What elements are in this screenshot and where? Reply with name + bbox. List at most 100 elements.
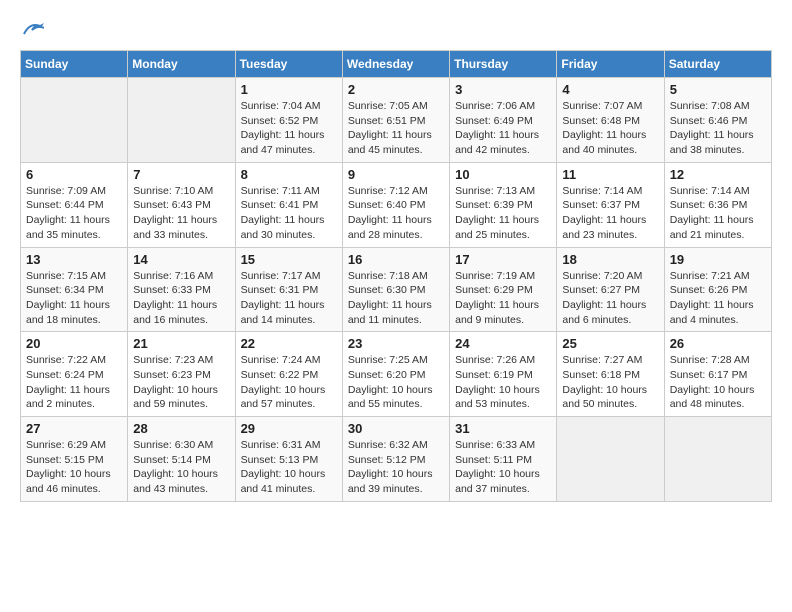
- calendar-table: SundayMondayTuesdayWednesdayThursdayFrid…: [20, 50, 772, 502]
- calendar-cell: 15 Sunrise: 7:17 AM Sunset: 6:31 PM Dayli…: [235, 247, 342, 332]
- day-number: 5: [670, 82, 766, 97]
- day-number: 25: [562, 336, 658, 351]
- day-info: Sunrise: 7:11 AM Sunset: 6:41 PM Dayligh…: [241, 184, 337, 243]
- day-number: 23: [348, 336, 444, 351]
- calendar-cell: 2 Sunrise: 7:05 AM Sunset: 6:51 PM Daylig…: [342, 78, 449, 163]
- day-info: Sunrise: 7:13 AM Sunset: 6:39 PM Dayligh…: [455, 184, 551, 243]
- page-header: [20, 20, 772, 34]
- day-info: Sunrise: 7:08 AM Sunset: 6:46 PM Dayligh…: [670, 99, 766, 158]
- day-info: Sunrise: 7:26 AM Sunset: 6:19 PM Dayligh…: [455, 353, 551, 412]
- day-number: 19: [670, 252, 766, 267]
- day-info: Sunrise: 7:07 AM Sunset: 6:48 PM Dayligh…: [562, 99, 658, 158]
- day-info: Sunrise: 7:18 AM Sunset: 6:30 PM Dayligh…: [348, 269, 444, 328]
- calendar-cell: 11 Sunrise: 7:14 AM Sunset: 6:37 PM Dayli…: [557, 162, 664, 247]
- day-info: Sunrise: 7:14 AM Sunset: 6:36 PM Dayligh…: [670, 184, 766, 243]
- day-info: Sunrise: 6:31 AM Sunset: 5:13 PM Dayligh…: [241, 438, 337, 497]
- day-info: Sunrise: 7:28 AM Sunset: 6:17 PM Dayligh…: [670, 353, 766, 412]
- day-number: 20: [26, 336, 122, 351]
- calendar-week-1: 1 Sunrise: 7:04 AM Sunset: 6:52 PM Daylig…: [21, 78, 772, 163]
- day-number: 18: [562, 252, 658, 267]
- day-number: 7: [133, 167, 229, 182]
- calendar-cell: 12 Sunrise: 7:14 AM Sunset: 6:36 PM Dayli…: [664, 162, 771, 247]
- day-number: 2: [348, 82, 444, 97]
- day-number: 24: [455, 336, 551, 351]
- day-info: Sunrise: 7:19 AM Sunset: 6:29 PM Dayligh…: [455, 269, 551, 328]
- day-number: 28: [133, 421, 229, 436]
- day-info: Sunrise: 7:23 AM Sunset: 6:23 PM Dayligh…: [133, 353, 229, 412]
- calendar-cell: 7 Sunrise: 7:10 AM Sunset: 6:43 PM Daylig…: [128, 162, 235, 247]
- day-number: 16: [348, 252, 444, 267]
- day-number: 14: [133, 252, 229, 267]
- calendar-header-saturday: Saturday: [664, 51, 771, 78]
- day-number: 4: [562, 82, 658, 97]
- day-number: 15: [241, 252, 337, 267]
- day-info: Sunrise: 7:15 AM Sunset: 6:34 PM Dayligh…: [26, 269, 122, 328]
- calendar-cell: 27 Sunrise: 6:29 AM Sunset: 5:15 PM Dayli…: [21, 417, 128, 502]
- day-info: Sunrise: 7:20 AM Sunset: 6:27 PM Dayligh…: [562, 269, 658, 328]
- calendar-cell: 25 Sunrise: 7:27 AM Sunset: 6:18 PM Dayli…: [557, 332, 664, 417]
- calendar-week-4: 20 Sunrise: 7:22 AM Sunset: 6:24 PM Dayli…: [21, 332, 772, 417]
- day-info: Sunrise: 7:14 AM Sunset: 6:37 PM Dayligh…: [562, 184, 658, 243]
- day-number: 1: [241, 82, 337, 97]
- calendar-cell: 10 Sunrise: 7:13 AM Sunset: 6:39 PM Dayli…: [450, 162, 557, 247]
- day-number: 10: [455, 167, 551, 182]
- logo: [20, 20, 44, 34]
- day-info: Sunrise: 7:05 AM Sunset: 6:51 PM Dayligh…: [348, 99, 444, 158]
- day-number: 8: [241, 167, 337, 182]
- day-number: 21: [133, 336, 229, 351]
- day-info: Sunrise: 7:22 AM Sunset: 6:24 PM Dayligh…: [26, 353, 122, 412]
- day-number: 3: [455, 82, 551, 97]
- calendar-cell: 6 Sunrise: 7:09 AM Sunset: 6:44 PM Daylig…: [21, 162, 128, 247]
- calendar-cell: [21, 78, 128, 163]
- calendar-week-3: 13 Sunrise: 7:15 AM Sunset: 6:34 PM Dayli…: [21, 247, 772, 332]
- day-info: Sunrise: 7:06 AM Sunset: 6:49 PM Dayligh…: [455, 99, 551, 158]
- calendar-cell: 5 Sunrise: 7:08 AM Sunset: 6:46 PM Daylig…: [664, 78, 771, 163]
- day-number: 26: [670, 336, 766, 351]
- calendar-cell: 14 Sunrise: 7:16 AM Sunset: 6:33 PM Dayli…: [128, 247, 235, 332]
- calendar-cell: 28Sunrise: 6:30 AM Sunset: 5:14 PM Dayli…: [128, 417, 235, 502]
- calendar-cell: 1 Sunrise: 7:04 AM Sunset: 6:52 PM Daylig…: [235, 78, 342, 163]
- day-info: Sunrise: 7:27 AM Sunset: 6:18 PM Dayligh…: [562, 353, 658, 412]
- day-info: Sunrise: 6:32 AM Sunset: 5:12 PM Dayligh…: [348, 438, 444, 497]
- calendar-header-friday: Friday: [557, 51, 664, 78]
- day-info: Sunrise: 7:17 AM Sunset: 6:31 PM Dayligh…: [241, 269, 337, 328]
- calendar-cell: 20 Sunrise: 7:22 AM Sunset: 6:24 PM Dayli…: [21, 332, 128, 417]
- day-info: Sunrise: 7:16 AM Sunset: 6:33 PM Dayligh…: [133, 269, 229, 328]
- calendar-cell: 16 Sunrise: 7:18 AM Sunset: 6:30 PM Dayli…: [342, 247, 449, 332]
- day-number: 30: [348, 421, 444, 436]
- day-info: Sunrise: 7:24 AM Sunset: 6:22 PM Dayligh…: [241, 353, 337, 412]
- day-number: 13: [26, 252, 122, 267]
- day-number: 31: [455, 421, 551, 436]
- calendar-header-tuesday: Tuesday: [235, 51, 342, 78]
- calendar-week-2: 6 Sunrise: 7:09 AM Sunset: 6:44 PM Daylig…: [21, 162, 772, 247]
- day-number: 12: [670, 167, 766, 182]
- calendar-cell: 3 Sunrise: 7:06 AM Sunset: 6:49 PM Daylig…: [450, 78, 557, 163]
- calendar-cell: 26 Sunrise: 7:28 AM Sunset: 6:17 PM Dayli…: [664, 332, 771, 417]
- calendar-cell: 29Sunrise: 6:31 AM Sunset: 5:13 PM Dayli…: [235, 417, 342, 502]
- calendar-header-sunday: Sunday: [21, 51, 128, 78]
- calendar-cell: 21 Sunrise: 7:23 AM Sunset: 6:23 PM Dayli…: [128, 332, 235, 417]
- logo-bird-icon: [22, 20, 44, 38]
- day-info: Sunrise: 7:10 AM Sunset: 6:43 PM Dayligh…: [133, 184, 229, 243]
- calendar-cell: 9Sunrise: 7:12 AM Sunset: 6:40 PM Daylig…: [342, 162, 449, 247]
- day-info: Sunrise: 7:04 AM Sunset: 6:52 PM Dayligh…: [241, 99, 337, 158]
- day-number: 6: [26, 167, 122, 182]
- calendar-cell: 19 Sunrise: 7:21 AM Sunset: 6:26 PM Dayli…: [664, 247, 771, 332]
- day-number: 27: [26, 421, 122, 436]
- calendar-cell: 17Sunrise: 7:19 AM Sunset: 6:29 PM Dayli…: [450, 247, 557, 332]
- day-info: Sunrise: 6:33 AM Sunset: 5:11 PM Dayligh…: [455, 438, 551, 497]
- calendar-cell: 30 Sunrise: 6:32 AM Sunset: 5:12 PM Dayli…: [342, 417, 449, 502]
- day-info: Sunrise: 7:09 AM Sunset: 6:44 PM Dayligh…: [26, 184, 122, 243]
- day-info: Sunrise: 7:12 AM Sunset: 6:40 PM Dayligh…: [348, 184, 444, 243]
- day-info: Sunrise: 6:29 AM Sunset: 5:15 PM Dayligh…: [26, 438, 122, 497]
- day-number: 22: [241, 336, 337, 351]
- calendar-cell: 22 Sunrise: 7:24 AM Sunset: 6:22 PM Dayli…: [235, 332, 342, 417]
- day-number: 11: [562, 167, 658, 182]
- calendar-week-5: 27 Sunrise: 6:29 AM Sunset: 5:15 PM Dayli…: [21, 417, 772, 502]
- calendar-cell: [557, 417, 664, 502]
- calendar-cell: 18 Sunrise: 7:20 AM Sunset: 6:27 PM Dayli…: [557, 247, 664, 332]
- calendar-header-thursday: Thursday: [450, 51, 557, 78]
- calendar-cell: [128, 78, 235, 163]
- day-info: Sunrise: 7:21 AM Sunset: 6:26 PM Dayligh…: [670, 269, 766, 328]
- calendar-header-wednesday: Wednesday: [342, 51, 449, 78]
